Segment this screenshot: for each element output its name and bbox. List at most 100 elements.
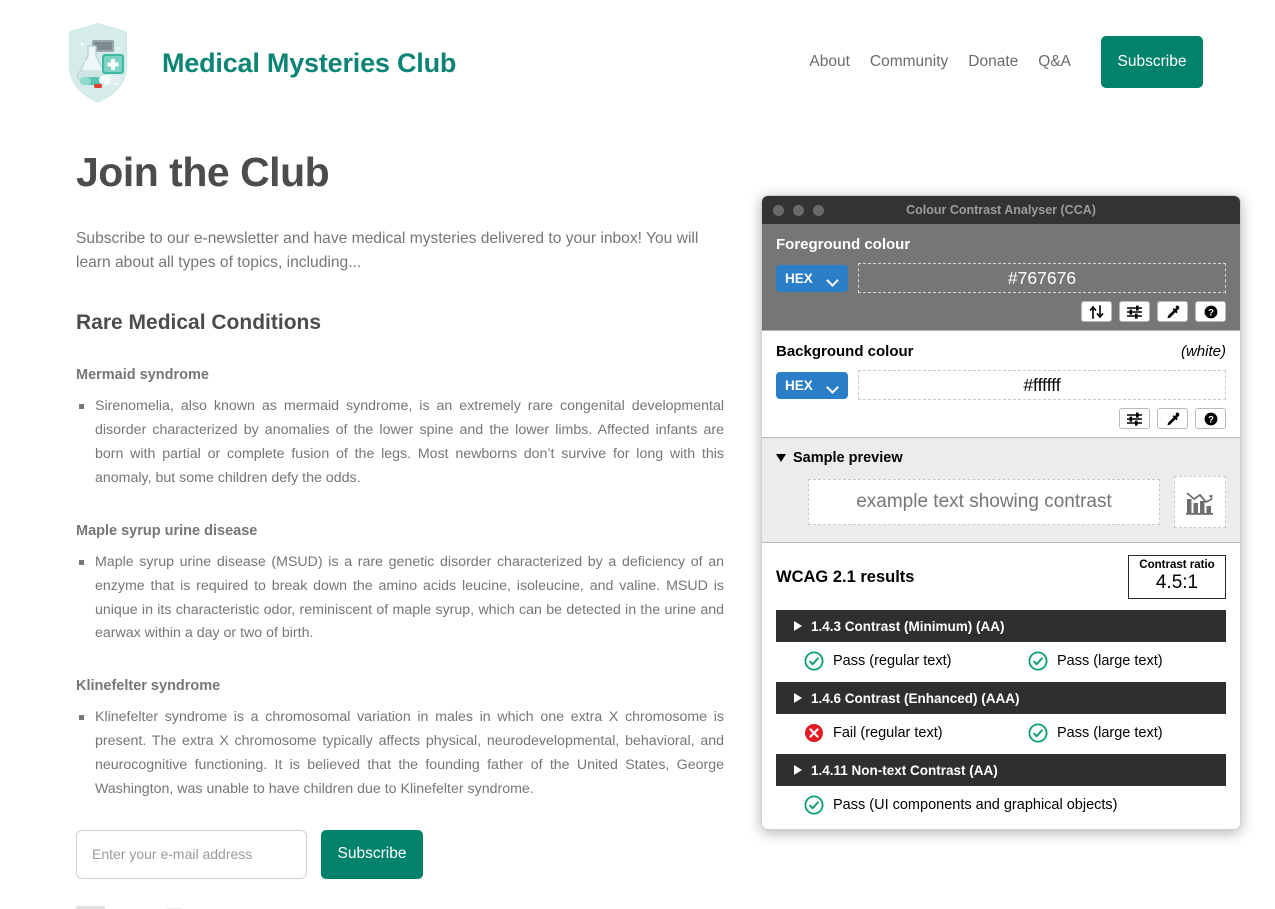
outcome-regular-text: Fail (regular text) xyxy=(804,723,1028,743)
chevron-right-icon xyxy=(794,765,802,776)
section-title: Rare Medical Conditions xyxy=(76,311,322,335)
outcome-regular-text: Pass (regular text) xyxy=(804,651,1028,671)
outcome-label: Pass (large text) xyxy=(1057,653,1163,670)
nav-item-qa[interactable]: Q&A xyxy=(1028,36,1081,88)
email-input[interactable] xyxy=(76,829,307,879)
chevron-right-icon xyxy=(794,621,802,632)
outcome-ui-components: Pass (UI components and graphical object… xyxy=(804,795,1118,815)
eyedropper-button[interactable] xyxy=(1157,408,1188,429)
nav-subscribe-button[interactable]: Subscribe xyxy=(1101,36,1203,88)
cca-window-title: Colour Contrast Analyser (CCA) xyxy=(906,203,1096,217)
outcome-label: Pass (large text) xyxy=(1057,725,1163,742)
criterion-label: 1.4.3 Contrast (Minimum) (AA) xyxy=(811,618,1005,634)
help-button[interactable]: ? xyxy=(1195,301,1226,322)
condition-title: Maple syrup urine disease xyxy=(76,522,258,539)
foreground-section: Foreground colour HEX #767676 ? xyxy=(762,224,1240,330)
background-hex-input[interactable] xyxy=(858,370,1226,400)
medical-shield-logo-icon xyxy=(65,18,131,108)
main-nav: About Community Donate Q&A Subscribe xyxy=(809,36,1203,88)
criterion-1-4-11-header[interactable]: 1.4.11 Non-text Contrast (AA) xyxy=(776,754,1226,787)
condition-title: Mermaid syndrome xyxy=(76,367,209,384)
condition-list: Klinefelter syndrome is a chromosomal va… xyxy=(76,706,726,801)
up-down-arrows-icon xyxy=(1089,304,1104,319)
svg-text:?: ? xyxy=(1208,414,1214,425)
criterion-1-4-3-header[interactable]: 1.4.3 Contrast (Minimum) (AA) xyxy=(776,610,1226,643)
eyedropper-button[interactable] xyxy=(1157,301,1188,322)
sample-graphic-box xyxy=(1174,476,1226,528)
outcome-label: Pass (regular text) xyxy=(833,653,952,670)
condition-list: Maple syrup urine disease (MSUD) is a ra… xyxy=(76,551,726,646)
wcag-results-section: WCAG 2.1 results Contrast ratio 4.5:1 1.… xyxy=(762,542,1240,826)
colour-sliders-button[interactable] xyxy=(1119,301,1150,322)
declining-bar-chart-icon xyxy=(1186,492,1213,515)
wcag-results-title: WCAG 2.1 results xyxy=(776,567,915,586)
sliders-icon xyxy=(1127,412,1142,426)
maximize-window-button[interactable] xyxy=(813,204,824,216)
criterion-1-4-6-header[interactable]: 1.4.6 Contrast (Enhanced) (AAA) xyxy=(776,682,1226,715)
background-colour-note: (white) xyxy=(1180,343,1226,360)
swap-colours-button[interactable] xyxy=(1081,301,1112,322)
subscribe-button[interactable]: Subscribe xyxy=(321,829,423,879)
criterion-1-4-3-outcomes: Pass (regular text) Pass (large text) xyxy=(776,651,1226,671)
outcome-label: Fail (regular text) xyxy=(833,725,943,742)
window-controls xyxy=(773,204,824,216)
nav-item-donate[interactable]: Donate xyxy=(958,36,1028,88)
pass-check-icon xyxy=(1028,651,1048,671)
site-header: Medical Mysteries Club About Community D… xyxy=(0,0,1275,126)
sample-preview-toggle[interactable]: Sample preview xyxy=(776,450,1226,466)
subscribe-form: Subscribe xyxy=(76,829,726,879)
eyedropper-icon xyxy=(1167,412,1180,425)
colour-sliders-button[interactable] xyxy=(1119,408,1150,429)
contrast-ratio-box: Contrast ratio 4.5:1 xyxy=(1128,555,1226,600)
cca-titlebar[interactable]: Colour Contrast Analyser (CCA) xyxy=(762,196,1240,224)
page-root: Medical Mysteries Club About Community D… xyxy=(0,0,1275,909)
pass-check-icon xyxy=(1028,723,1048,743)
page-title: Join the Club xyxy=(76,149,330,195)
outcome-large-text: Pass (large text) xyxy=(1028,651,1163,671)
background-format-select[interactable]: HEX xyxy=(776,371,848,399)
sample-preview-label: Sample preview xyxy=(793,450,903,466)
background-section: Background colour (white) HEX #ffffff ? xyxy=(762,330,1240,437)
list-item: Maple syrup urine disease (MSUD) is a ra… xyxy=(76,551,724,646)
contrast-ratio-value: 4.5:1 xyxy=(1155,572,1199,594)
question-mark-icon: ? xyxy=(1204,305,1217,318)
pass-check-icon xyxy=(804,795,824,815)
condition-title: Klinefelter syndrome xyxy=(76,678,221,695)
cca-footer xyxy=(762,825,1240,829)
chevron-right-icon xyxy=(794,693,802,704)
criterion-label: 1.4.11 Non-text Contrast (AA) xyxy=(811,762,998,778)
minimize-window-button[interactable] xyxy=(793,204,804,216)
foreground-actions: ? xyxy=(776,301,1226,322)
question-mark-icon: ? xyxy=(1204,412,1217,425)
intro-paragraph: Subscribe to our e-newsletter and have m… xyxy=(76,230,699,272)
help-button[interactable]: ? xyxy=(1195,408,1226,429)
sliders-icon xyxy=(1127,305,1142,319)
fail-cross-icon xyxy=(805,724,823,743)
outcome-label: Pass (UI components and graphical object… xyxy=(833,797,1118,814)
cca-window: Colour Contrast Analyser (CCA) Foregroun… xyxy=(761,195,1241,830)
foreground-label: Foreground colour xyxy=(776,236,911,253)
contrast-ratio-label: Contrast ratio xyxy=(1139,559,1215,571)
brand: Medical Mysteries Club xyxy=(62,18,456,108)
sample-text-box: example text showing contrast xyxy=(808,479,1160,525)
main-content: Join the Club Subscribe to our e-newslet… xyxy=(76,149,726,909)
background-format-select-wrap: HEX xyxy=(776,371,848,399)
condition-list: Sirenomelia, also known as mermaid syndr… xyxy=(76,395,726,490)
list-item: Sirenomelia, also known as mermaid syndr… xyxy=(76,395,724,490)
list-item: Klinefelter syndrome is a chromosomal va… xyxy=(76,706,724,801)
foreground-hex-input[interactable] xyxy=(858,263,1226,293)
close-window-button[interactable] xyxy=(773,204,784,216)
foreground-format-select-wrap: HEX xyxy=(776,264,848,292)
background-actions: ? xyxy=(776,408,1226,429)
foreground-format-select[interactable]: HEX xyxy=(776,264,848,292)
criterion-label: 1.4.6 Contrast (Enhanced) (AAA) xyxy=(811,690,1020,706)
sample-preview-section: Sample preview example text showing cont… xyxy=(762,437,1240,542)
nav-item-about[interactable]: About xyxy=(809,36,860,88)
pass-check-icon xyxy=(804,651,824,671)
background-label: Background colour xyxy=(776,343,914,360)
nav-item-community[interactable]: Community xyxy=(860,36,958,88)
outcome-large-text: Pass (large text) xyxy=(1028,723,1163,743)
eyedropper-icon xyxy=(1167,305,1180,318)
brand-name: Medical Mysteries Club xyxy=(162,47,457,78)
criterion-1-4-6-outcomes: Fail (regular text) Pass (large text) xyxy=(776,723,1226,743)
